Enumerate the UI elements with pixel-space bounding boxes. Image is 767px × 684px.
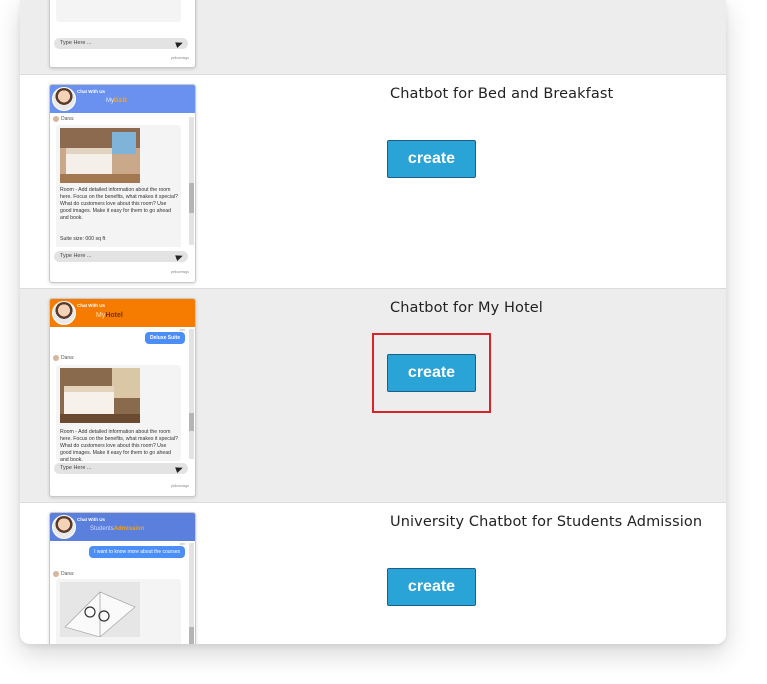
template-row-hotel: Chat With Us MyHotel xxx Deluxe Suite Da…: [20, 288, 726, 503]
chatbot-preview-hotel: Chat With Us MyHotel xxx Deluxe Suite Da…: [49, 298, 196, 497]
chat-label: Chat With Us: [77, 89, 105, 94]
message-input-preview: Type Here ...: [54, 38, 188, 49]
message-bubble: Room - Add detailed information about th…: [56, 365, 181, 461]
agent-avatar: [52, 301, 76, 325]
powered-by: yellowmsgs: [170, 56, 189, 60]
send-icon: [175, 464, 184, 474]
brand-logo: MyB&B: [106, 98, 127, 104]
templates-card: Type Here ... yellowmsgs Chat With Us My…: [20, 0, 726, 644]
widget-header: Chat With Us StudentsAdmission: [50, 513, 195, 541]
agent-avatar: [52, 87, 76, 111]
agent-avatar: [52, 515, 76, 539]
brand-logo: StudentsAdmission: [90, 526, 145, 532]
widget-header: Chat With Us MyHotel: [50, 299, 195, 327]
agent-name: Dana:: [53, 571, 74, 577]
message-input-preview: Type Here ...: [54, 463, 188, 474]
template-row-bnb: Chat With Us MyB&B Dana: Room - Add deta…: [20, 74, 726, 289]
widget-header: Chat With Us MyB&B: [50, 85, 195, 113]
chatbot-preview-bnb: Chat With Us MyB&B Dana: Room - Add deta…: [49, 84, 196, 283]
powered-by: yellowmsgs: [170, 270, 189, 274]
user-message: I want to know more about the courses: [89, 546, 185, 558]
room-photo: [60, 368, 140, 423]
send-icon: [175, 252, 184, 262]
room-photo: [60, 128, 140, 183]
message-bubble: Room - Add detailed information about th…: [56, 125, 181, 247]
create-button[interactable]: create: [387, 568, 476, 606]
highlight-box: [372, 333, 491, 413]
template-row-university: Chat With Us StudentsAdmission xxx I wan…: [20, 502, 726, 644]
scrollbar[interactable]: [189, 117, 194, 245]
agent-name: Dana:: [53, 355, 74, 361]
chat-label: Chat With Us: [77, 303, 105, 308]
message-input-preview: Type Here ...: [54, 251, 188, 262]
agent-name: Dana:: [53, 116, 74, 122]
chatbot-preview-university: Chat With Us StudentsAdmission xxx I wan…: [49, 512, 196, 644]
room-description: Room - Add detailed information about th…: [60, 187, 178, 221]
books-photo: [60, 582, 140, 637]
brand-logo: MyHotel: [96, 312, 123, 319]
room-description: Room - Add detailed information about th…: [60, 429, 178, 461]
create-button[interactable]: create: [387, 140, 476, 178]
room-size: Suite size: 000 sq ft: [60, 236, 106, 242]
chat-label: Chat With Us: [77, 517, 105, 522]
powered-by: yellowmsgs: [170, 484, 189, 488]
scrollbar[interactable]: [189, 543, 194, 644]
scrollbar[interactable]: [189, 329, 194, 459]
template-title: University Chatbot for Students Admissio…: [390, 514, 703, 530]
user-message: Deluxe Suite: [144, 332, 185, 344]
template-title: Chatbot for My Hotel: [390, 300, 543, 316]
template-title: Chatbot for Bed and Breakfast: [390, 86, 614, 102]
template-row: Type Here ... yellowmsgs: [20, 0, 726, 74]
chatbot-preview: Type Here ... yellowmsgs: [49, 0, 196, 68]
message-bubble: [56, 579, 181, 644]
send-icon: [175, 39, 184, 49]
